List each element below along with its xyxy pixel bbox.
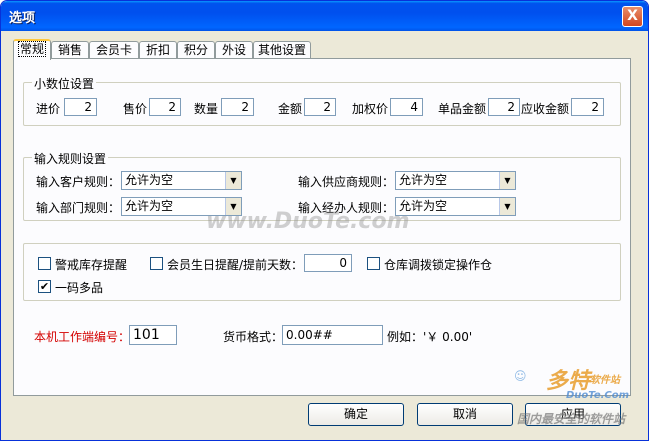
department-rule-label: 输入部门规则：	[36, 201, 121, 215]
decimals-group: 小数位设置 进价 2 售价 2 数量 2 金额 2 加权价 4 单品金额 2 应…	[23, 75, 621, 126]
agent-rule-select[interactable]: 允许为空 ▼	[395, 197, 516, 216]
chevron-down-icon[interactable]: ▼	[499, 198, 515, 215]
chevron-down-icon[interactable]: ▼	[225, 172, 241, 189]
cancel-button[interactable]: 取消	[417, 403, 513, 426]
currency-format-input[interactable]: 0.00##	[282, 325, 383, 345]
currency-format-label: 货币格式：	[223, 330, 284, 344]
quantity-label: 数量	[194, 102, 219, 116]
options-group: 警戒库存提醒 会员生日提醒/提前天数： 0 仓库调拨锁定操作仓 ✔ 一码多品	[23, 243, 621, 301]
tab-peripherals[interactable]: 外设	[215, 41, 253, 59]
brand-sub-watermark: 软件站	[590, 375, 620, 386]
stock-alert-label: 警戒库存提醒	[55, 258, 128, 272]
chevron-down-icon[interactable]: ▼	[499, 172, 515, 189]
supplier-rule-label: 输入供应商规则：	[298, 175, 395, 189]
tab-sales[interactable]: 销售	[51, 41, 89, 59]
birthday-reminder-label: 会员生日提醒/提前天数：	[167, 258, 304, 272]
supplier-rule-select[interactable]: 允许为空 ▼	[395, 171, 516, 190]
birthday-days-input[interactable]: 0	[304, 254, 352, 272]
customer-rule-label: 输入客户规则：	[36, 175, 121, 189]
tab-points[interactable]: 积分	[177, 41, 215, 59]
warehouse-lock-label: 仓库调拨锁定操作仓	[384, 258, 493, 272]
one-code-multi-label: 一码多品	[55, 281, 104, 295]
tab-member-card[interactable]: 会员卡	[89, 41, 139, 59]
close-button[interactable]: X	[622, 6, 643, 27]
receivable-amount-decimals-input[interactable]: 2	[571, 98, 604, 116]
customer-rule-value: 允许为空	[125, 173, 174, 187]
title-bar[interactable]: 选项 X	[1, 1, 648, 31]
options-dialog: 选项 X 常规 销售 会员卡 折扣 积分 外设 其他设置 小数位设置 进价 2 …	[0, 0, 649, 441]
purchase-price-decimals-input[interactable]: 2	[64, 98, 97, 116]
supplier-rule-value: 允许为空	[399, 173, 448, 187]
purchase-price-label: 进价	[36, 102, 61, 116]
input-rules-group-title: 输入规则设置	[32, 150, 109, 167]
department-rule-value: 允许为空	[125, 199, 174, 213]
currency-example-text: 例如：'￥ 0.00'	[387, 330, 473, 344]
item-amount-label: 单品金额	[438, 102, 487, 116]
tab-general[interactable]: 常规	[13, 39, 51, 60]
amount-decimals-input[interactable]: 2	[304, 98, 336, 116]
receivable-amount-label: 应收金额	[521, 102, 570, 116]
site-watermark: DuoTe.Com	[566, 390, 630, 401]
sale-price-decimals-input[interactable]: 2	[149, 98, 181, 116]
customer-rule-select[interactable]: 允许为空 ▼	[121, 171, 242, 190]
quantity-decimals-input[interactable]: 2	[221, 98, 254, 116]
terminal-number-label: 本机工作端编号：	[34, 330, 131, 344]
terminal-number-input[interactable]: 101	[129, 325, 177, 345]
stock-alert-checkbox[interactable]	[38, 257, 51, 270]
one-code-multi-checkbox[interactable]: ✔	[38, 280, 51, 293]
amount-label: 金额	[278, 102, 303, 116]
weighted-price-decimals-input[interactable]: 4	[390, 98, 423, 116]
tab-other-settings[interactable]: 其他设置	[253, 41, 311, 59]
decimals-group-title: 小数位设置	[32, 75, 97, 92]
center-watermark: www.DuoTe.com	[206, 209, 410, 234]
slogan-watermark: 国内最安全的软件站	[517, 412, 626, 426]
sale-price-label: 售价	[123, 102, 148, 116]
window-title: 选项	[9, 11, 36, 26]
weighted-price-label: 加权价	[352, 102, 389, 116]
tab-discount[interactable]: 折扣	[139, 41, 177, 59]
ok-button[interactable]: 确定	[308, 403, 404, 426]
birthday-reminder-checkbox[interactable]	[150, 257, 163, 270]
warehouse-lock-checkbox[interactable]	[367, 257, 380, 270]
logo-icon: ☺	[514, 369, 527, 383]
item-amount-decimals-input[interactable]: 2	[488, 98, 520, 116]
